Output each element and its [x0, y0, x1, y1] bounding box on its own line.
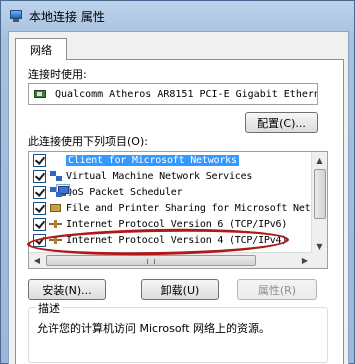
description-group: 描述 允许您的计算机访问 Microsoft 网络上的资源。: [28, 300, 328, 363]
item-label: Client for Microsoft Networks: [66, 154, 239, 166]
item-checkbox[interactable]: [33, 185, 46, 199]
horizontal-scroll-thumb[interactable]: [46, 255, 256, 266]
properties-dialog: 本地连接 属性 网络 连接时使用: Qualcomm Atheros AR815…: [0, 0, 355, 364]
scrollbar-corner: [311, 252, 327, 268]
vertical-scrollbar[interactable]: ▲ ▼: [311, 152, 327, 254]
network-service-icon: [49, 186, 63, 198]
components-list: Client for Microsoft Networks Virtual Ma…: [29, 152, 327, 248]
list-item[interactable]: Internet Protocol Version 6 (TCP/IPv6): [29, 216, 319, 232]
properties-button: 属性(R): [237, 279, 317, 300]
network-service-icon: [49, 170, 63, 182]
protocol-icon: [49, 218, 63, 230]
items-label: 此连接使用下列项目(O):: [28, 135, 148, 148]
item-label: File and Printer Sharing for Microsoft N…: [66, 202, 328, 214]
network-connection-icon: [9, 9, 23, 23]
item-checkbox[interactable]: [33, 201, 46, 215]
vertical-scroll-thumb[interactable]: [314, 169, 326, 219]
title-bar[interactable]: 本地连接 属性: [1, 1, 354, 31]
list-item[interactable]: Client for Microsoft Networks: [29, 152, 319, 196]
adapter-field: Qualcomm Atheros AR8151 PCI-E Gigabit Et…: [28, 83, 318, 105]
file-sharing-icon: [49, 202, 63, 214]
network-adapter-icon: [33, 87, 49, 101]
uninstall-button[interactable]: 卸载(U): [141, 279, 219, 300]
scroll-up-icon[interactable]: ▲: [312, 152, 327, 168]
list-item[interactable]: File and Printer Sharing for Microsoft N…: [29, 200, 327, 216]
protocol-icon: [49, 234, 63, 246]
connect-using-label: 连接时使用:: [28, 68, 87, 81]
horizontal-scrollbar[interactable]: ◀ ▶: [29, 252, 313, 268]
install-button[interactable]: 安装(N)...: [28, 279, 106, 300]
scroll-left-icon[interactable]: ◀: [29, 253, 45, 268]
item-label: Internet Protocol Version 4 (TCP/IPv4): [66, 234, 288, 246]
item-label: Internet Protocol Version 6 (TCP/IPv6): [66, 218, 288, 230]
configure-button[interactable]: 配置(C)...: [245, 112, 318, 133]
item-checkbox[interactable]: [33, 153, 46, 167]
item-label: QoS Packet Scheduler: [66, 186, 183, 198]
item-checkbox[interactable]: [33, 233, 46, 247]
window-title: 本地连接 属性: [29, 9, 105, 24]
item-checkbox[interactable]: [33, 217, 46, 231]
components-listbox[interactable]: Client for Microsoft Networks Virtual Ma…: [28, 151, 328, 269]
description-text: 允许您的计算机访问 Microsoft 网络上的资源。: [37, 322, 271, 335]
list-item[interactable]: Virtual Machine Network Services: [29, 168, 319, 184]
tab-network[interactable]: 网络: [15, 38, 67, 60]
adapter-name: Qualcomm Atheros AR8151 PCI-E Gigabit Et…: [55, 88, 318, 100]
description-legend: 描述: [35, 300, 63, 316]
item-checkbox[interactable]: [33, 169, 46, 183]
list-item[interactable]: Internet Protocol Version 4 (TCP/IPv4): [29, 232, 319, 248]
list-item[interactable]: QoS Packet Scheduler: [29, 184, 319, 200]
item-label: Virtual Machine Network Services: [66, 170, 253, 182]
